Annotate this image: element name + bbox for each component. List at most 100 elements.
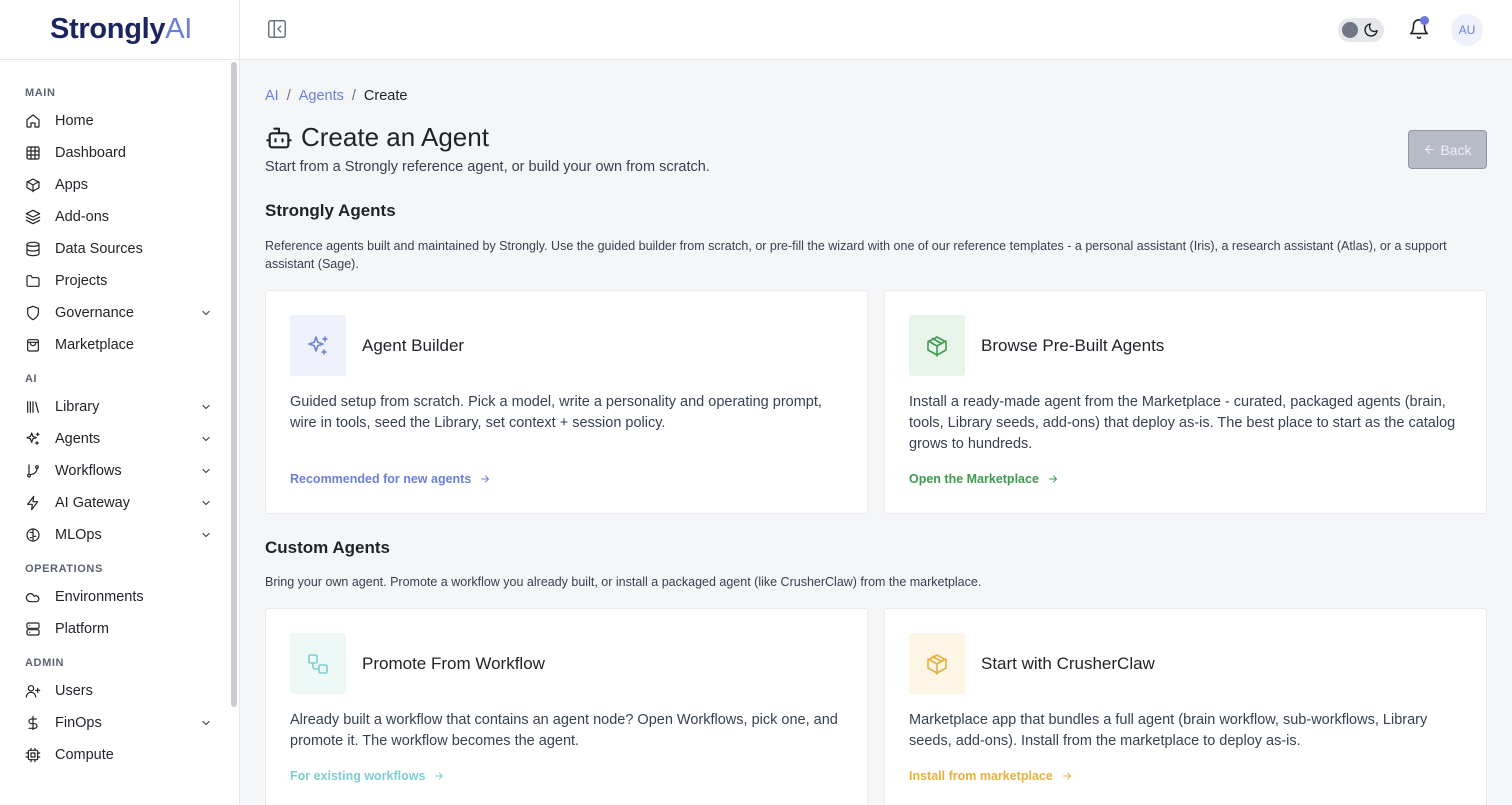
arrow-right-icon: [1062, 772, 1071, 780]
sidebar-item-label: AI Gateway: [55, 495, 130, 511]
card-title: Start with CrusherClaw: [981, 654, 1155, 673]
back-button[interactable]: Back: [1408, 130, 1487, 169]
sidebar-item-label: Users: [55, 683, 93, 699]
chevron-down-icon[interactable]: [200, 529, 212, 541]
card-link[interactable]: Recommended for new agents: [290, 472, 491, 486]
sidebar-item-label: Marketplace: [55, 337, 134, 353]
card-description: Marketplace app that bundles a full agen…: [909, 712, 1428, 749]
card-browse-pre-built-agents[interactable]: Browse Pre-Built Agents Install a ready-m…: [884, 290, 1487, 514]
sidebar-item-users[interactable]: Users: [25, 675, 214, 707]
sidebar-item-add-ons[interactable]: Add-ons: [25, 201, 214, 233]
sidebar-item-data-sources[interactable]: Data Sources: [25, 233, 214, 265]
sidebar: Strongly AI MAIN Home Dashboard Apps Add-ons D…: [0, 0, 240, 805]
card-link-label: Install from marketplace: [909, 769, 1053, 783]
breadcrumb-ai[interactable]: AI: [265, 88, 279, 104]
card-description: Install a ready-made agent from the Mark…: [909, 394, 1456, 452]
server-icon: [25, 621, 41, 637]
box-icon: [25, 177, 41, 193]
card-title: Promote From Workflow: [362, 654, 545, 673]
sidebar-item-marketplace[interactable]: Marketplace: [25, 329, 214, 361]
breadcrumb-current: Create: [363, 88, 408, 104]
top-bar: AU: [240, 0, 1512, 60]
card-promote-from-workflow[interactable]: Promote From Workflow Already built a wor…: [265, 608, 868, 805]
sidebar-item-label: Data Sources: [55, 241, 143, 257]
sidebar-item-library[interactable]: Library: [25, 391, 214, 423]
strongly-agents-description: Reference agents built and maintained by…: [265, 239, 1447, 271]
notification-dot: [1420, 16, 1429, 25]
card-agent-builder[interactable]: Agent Builder Guided setup from scratch. …: [265, 290, 868, 514]
chevron-down-icon[interactable]: [200, 717, 212, 729]
sidebar-toggle-icon[interactable]: [266, 18, 288, 40]
nav-section-label: MAIN: [25, 87, 56, 99]
brand-suffix: AI: [165, 13, 193, 45]
chevron-down-icon[interactable]: [200, 307, 212, 319]
card-title: Browse Pre-Built Agents: [981, 336, 1165, 355]
sidebar-item-agents[interactable]: Agents: [25, 423, 214, 455]
sidebar-item-label: Dashboard: [55, 145, 126, 161]
theme-toggle[interactable]: [1338, 18, 1384, 42]
user-avatar[interactable]: AU: [1451, 14, 1483, 46]
card-link[interactable]: Install from marketplace: [909, 769, 1073, 783]
sparkles-icon: [25, 431, 41, 447]
sidebar-item-label: FinOps: [55, 715, 102, 731]
sidebar-item-finops[interactable]: FinOps: [25, 707, 214, 739]
chevron-down-icon[interactable]: [200, 497, 212, 509]
sidebar-item-label: Platform: [55, 621, 109, 637]
brain-icon: [25, 527, 41, 543]
card-link-label: For existing workflows: [290, 769, 426, 783]
card-link-label: Open the Marketplace: [909, 472, 1039, 486]
page-heading: Create an Agent: [301, 122, 489, 152]
card-description: Already built a workflow that contains a…: [290, 712, 838, 749]
user-plus-icon: [25, 683, 41, 699]
bot-icon: [265, 124, 293, 152]
sidebar-item-label: Environments: [55, 589, 144, 605]
sidebar-item-workflows[interactable]: Workflows: [25, 455, 214, 487]
breadcrumb: AI / Agents / Create: [265, 88, 407, 104]
package-icon: [909, 633, 965, 694]
sparkles-icon: [290, 315, 346, 376]
sidebar-scrollbar[interactable]: [231, 62, 237, 707]
nav-section-label: OPERATIONS: [25, 563, 103, 575]
sidebar-item-mlops[interactable]: MLOps: [25, 519, 214, 551]
strongly-agents-heading: Strongly Agents: [265, 201, 396, 220]
sidebar-item-apps[interactable]: Apps: [25, 169, 214, 201]
sidebar-item-ai-gateway[interactable]: AI Gateway: [25, 487, 214, 519]
breadcrumb-agents[interactable]: Agents: [299, 88, 344, 104]
layers-icon: [25, 209, 41, 225]
card-link[interactable]: For existing workflows: [290, 769, 445, 783]
chevron-down-icon[interactable]: [200, 401, 212, 413]
custom-agents-description: Bring your own agent. Promote a workflow…: [265, 575, 982, 589]
sidebar-item-platform[interactable]: Platform: [25, 613, 214, 645]
package-icon: [909, 315, 965, 376]
sidebar-item-label: Library: [55, 399, 100, 415]
workflow-icon: [290, 633, 346, 694]
sidebar-item-home[interactable]: Home: [25, 105, 214, 137]
sidebar-item-dashboard[interactable]: Dashboard: [25, 137, 214, 169]
cpu-icon: [25, 747, 41, 763]
brand-logo[interactable]: Strongly AI: [0, 0, 239, 60]
custom-agents-heading: Custom Agents: [265, 538, 390, 557]
sidebar-item-label: Apps: [55, 177, 89, 193]
card-link[interactable]: Open the Marketplace: [909, 472, 1059, 486]
home-icon: [25, 113, 41, 129]
brand-name: Strongly: [50, 13, 166, 45]
git-branch-icon: [25, 463, 41, 479]
card-link-label: Recommended for new agents: [290, 472, 472, 486]
chevron-down-icon[interactable]: [200, 465, 212, 477]
shield-icon: [25, 305, 41, 321]
sidebar-item-label: Governance: [55, 305, 134, 321]
sidebar-item-environments[interactable]: Environments: [25, 581, 214, 613]
library-icon: [25, 399, 41, 415]
page-title: Create an Agent: [265, 122, 489, 153]
notifications-bell-icon[interactable]: [1408, 16, 1430, 41]
moon-icon: [1363, 22, 1379, 38]
sidebar-item-compute[interactable]: Compute: [25, 739, 214, 771]
sidebar-item-projects[interactable]: Projects: [25, 265, 214, 297]
card-start-with-crusherclaw[interactable]: Start with CrusherClaw Marketplace app th…: [884, 608, 1487, 805]
sidebar-item-label: Workflows: [55, 463, 122, 479]
chevron-down-icon[interactable]: [200, 433, 212, 445]
grid-icon: [25, 145, 41, 161]
sidebar-item-label: Home: [55, 113, 94, 129]
sidebar-item-label: Add-ons: [55, 209, 110, 225]
sidebar-item-governance[interactable]: Governance: [25, 297, 214, 329]
